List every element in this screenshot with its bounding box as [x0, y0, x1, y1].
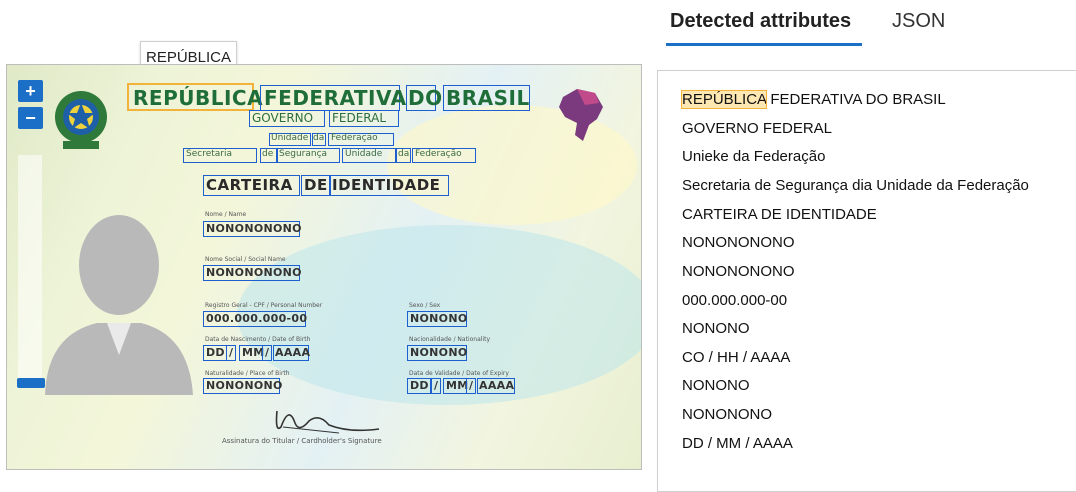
card-word-unidade: Unidade	[271, 133, 309, 143]
card-word-federacao: Federação	[331, 133, 378, 143]
card-word-federal: FEDERAL	[332, 111, 387, 125]
tab-detected-attributes[interactable]: Detected attributes	[670, 10, 851, 33]
attribute-item[interactable]: NONONONO	[682, 406, 772, 423]
label-nascimento: Data de Nascimento / Date of Birth	[205, 336, 311, 343]
card-word-da-2: da	[398, 149, 410, 159]
attribute-item[interactable]: Unieke da Federação	[682, 148, 825, 165]
attribute-item[interactable]: Secretaria de Segurança dia Unidade da F…	[682, 177, 1029, 194]
attribute-item[interactable]: CARTEIRA DE IDENTIDADE	[682, 206, 877, 223]
card-word-seguranca: Segurança	[279, 149, 328, 159]
card-word-de: de	[262, 149, 274, 159]
attribute-item[interactable]: REPÚBLICA FEDERATIVA DO BRASIL	[680, 90, 946, 109]
zoom-slider-track[interactable]	[18, 155, 42, 385]
card-word-da: da	[313, 133, 325, 143]
label-nome: Nome / Name	[205, 211, 247, 218]
signature-image	[275, 410, 380, 434]
attribute-item[interactable]: NONONO	[682, 377, 750, 394]
card-word-governo: GOVERNO	[252, 111, 314, 125]
card-word-de-2: DE	[304, 176, 328, 194]
attributes-panel: REPÚBLICA FEDERATIVA DO BRASIL GOVERNO F…	[657, 70, 1076, 492]
value-nasc-sep: /	[229, 346, 234, 359]
card-word-carteira: CARTEIRA	[206, 176, 293, 194]
card-word-federacao-2: Federação	[415, 149, 462, 159]
attribute-item[interactable]: 000.000.000-00	[682, 292, 787, 309]
value-val-year: AAAA	[479, 379, 515, 392]
label-nome-social: Nome Social / Social Name	[205, 256, 286, 263]
active-tab-indicator	[666, 43, 862, 46]
value-val-day: DD	[410, 379, 429, 392]
tab-json[interactable]: JSON	[892, 10, 945, 33]
card-word-federativa: FEDERATIVA	[264, 86, 407, 110]
attribute-item[interactable]: NONONONONO	[682, 234, 795, 251]
value-nome: NONONONONO	[206, 222, 302, 235]
brazil-map-icon	[559, 89, 603, 141]
attribute-item[interactable]: GOVERNO FEDERAL	[682, 120, 832, 137]
attribute-item[interactable]: DD / MM / AAAA	[682, 435, 793, 452]
label-cpf: Registro Geral - CPF / Personal Number	[205, 302, 323, 309]
coat-of-arms-icon	[55, 91, 107, 149]
value-nasc-year: AAAA	[275, 346, 311, 359]
value-val-sep: /	[434, 379, 439, 392]
card-word-secretaria: Secretaria	[186, 149, 232, 159]
zoom-in-button[interactable]: +	[18, 80, 43, 102]
card-word-brasil: BRASIL	[446, 86, 530, 110]
value-nome-social: NONONONONO	[206, 266, 302, 279]
signature-label: Assinatura do Titular / Cardholder's Sig…	[222, 437, 382, 445]
value-val-sep-2: /	[469, 379, 474, 392]
card-word-do: DO	[408, 86, 443, 110]
card-word-identidade: IDENTIDADE	[332, 176, 441, 194]
label-naturalidade: Naturalidade / Place of Birth	[205, 370, 290, 377]
card-word-unidade-2: Unidade	[345, 149, 383, 159]
value-sexo: NONONO	[410, 312, 468, 325]
person-photo-icon	[45, 215, 193, 395]
card-word-republica: REPÚBLICA	[133, 86, 264, 110]
attribute-highlight[interactable]: REPÚBLICA	[680, 90, 768, 109]
zoom-out-button[interactable]: −	[18, 107, 43, 129]
attribute-item[interactable]: CO / HH / AAAA	[682, 349, 790, 366]
zoom-slider-thumb[interactable]	[17, 378, 45, 388]
label-nacionalidade: Nacionalidade / Nationality	[409, 336, 491, 343]
document-viewer[interactable]: REPÚBLICA FEDERATIVA DO BRASIL GOVERNO F…	[6, 64, 642, 470]
label-sexo: Sexo / Sex	[409, 302, 441, 309]
value-nasc-day: DD	[206, 346, 225, 359]
value-cpf: 000.000.000-00	[206, 312, 308, 325]
value-nasc-sep-2: /	[265, 346, 270, 359]
attribute-item[interactable]: NONONONONO	[682, 263, 795, 280]
value-nacionalidade: NONONO	[410, 346, 468, 359]
value-naturalidade: NONONONO	[206, 379, 283, 392]
attribute-text: FEDERATIVA DO BRASIL	[766, 91, 946, 108]
label-validade: Data de Validade / Date of Expiry	[409, 370, 509, 377]
attribute-item[interactable]: NONONO	[682, 320, 750, 337]
